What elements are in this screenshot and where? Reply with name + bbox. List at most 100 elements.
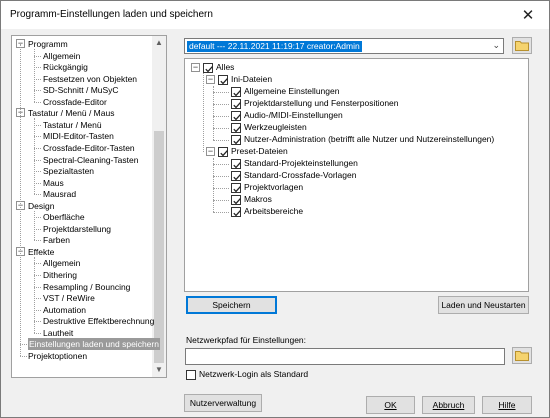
tree-connector <box>34 228 41 230</box>
tree-item[interactable]: MIDI-Editor-Tasten <box>12 130 152 142</box>
tree-item[interactable]: Farben <box>12 234 152 246</box>
ini-files-checkbox[interactable] <box>218 75 228 85</box>
ini-item-3-checkbox[interactable] <box>231 123 241 133</box>
tree-item-label: Spezialtasten <box>43 166 95 177</box>
preset-folder-button[interactable] <box>512 37 532 54</box>
tree-connector <box>213 176 229 177</box>
network-folder-button[interactable] <box>512 347 532 364</box>
tree-connector <box>20 344 27 346</box>
chevron-down-icon[interactable]: ⌄ <box>492 40 500 51</box>
tree-item-label: Resampling / Bouncing <box>43 281 131 292</box>
preset-item-0-label: Standard-Projekteinstellungen <box>244 158 358 168</box>
ok-button[interactable]: OK <box>366 396 415 414</box>
preset-item-1-checkbox[interactable] <box>231 171 241 181</box>
preset-files-checkbox[interactable] <box>218 147 228 157</box>
preset-item-4-label: Arbeitsbereiche <box>244 206 304 216</box>
settings-category-tree[interactable]: ▲ ▼ − Programm Allgemein Rückgängig Festsetz… <box>11 35 167 378</box>
tree-item-label: Destruktive Effektberechnung <box>43 316 155 327</box>
network-path-input[interactable] <box>185 348 505 365</box>
ini-item-0-checkbox[interactable] <box>231 87 241 97</box>
tree-root-line <box>203 73 204 152</box>
preset-item-4-checkbox[interactable] <box>231 207 241 217</box>
tree-branch-line <box>34 256 35 333</box>
ini-files-label: Ini-Dateien <box>231 74 273 84</box>
tree-item[interactable]: Maus <box>12 177 152 189</box>
tree-connector <box>34 182 41 184</box>
close-button[interactable]: ✕ <box>507 1 549 29</box>
settings-dialog: Programm-Einstellungen laden und speiche… <box>0 0 550 418</box>
tree-item[interactable]: Spezialtasten <box>12 165 152 177</box>
tree-item[interactable]: SD-Schnitt / MuSyC <box>12 84 152 96</box>
tree-item[interactable]: Automation <box>12 304 152 316</box>
ini-item-0-label: Allgemeine Einstellungen <box>244 86 340 96</box>
tree-group-1[interactable]: − Tastatur / Menü / Maus <box>12 107 152 119</box>
tree-connector <box>34 147 41 149</box>
tree-item-label: Crossfade-Editor-Tasten <box>43 142 135 153</box>
ini-item-4-checkbox[interactable] <box>231 135 241 145</box>
tree-item[interactable]: Crossfade-Editor <box>12 96 152 108</box>
tree-item[interactable]: Festsetzen von Objekten <box>12 73 152 85</box>
scroll-up-arrow-icon[interactable]: ▲ <box>152 36 166 50</box>
ini-item-2-checkbox[interactable] <box>231 111 241 121</box>
network-login-checkbox[interactable] <box>186 370 196 380</box>
tree-item-label: Maus <box>43 177 64 188</box>
load-restart-button[interactable]: Laden und Neustarten <box>438 296 529 314</box>
preset-item-2-checkbox[interactable] <box>231 183 241 193</box>
tree-group-label: Tastatur / Menü / Maus <box>28 108 115 119</box>
tree-connector <box>213 188 229 189</box>
tree-item[interactable]: Projektoptionen <box>12 350 152 362</box>
tree-item[interactable]: Dithering <box>12 269 152 281</box>
tree-item-selected[interactable]: Einstellungen laden und speichern <box>12 338 160 351</box>
help-button[interactable]: Hilfe <box>482 396 532 414</box>
tree-group-label: Effekte <box>28 246 55 257</box>
user-admin-button[interactable]: Nutzerverwaltung <box>184 394 262 412</box>
tree-branch-line <box>34 49 35 102</box>
ini-item-2-label: Audio-/MIDI-Einstellungen <box>244 110 343 120</box>
tree-item[interactable]: Rückgängig <box>12 61 152 73</box>
settings-content-tree[interactable]: − Alles − Ini-Dateien Allgemeine Einstellung… <box>184 58 529 292</box>
collapse-toggle-icon[interactable]: − <box>206 147 215 156</box>
network-path-label: Netzwerkpfad für Einstellungen: <box>186 335 307 345</box>
tree-connector <box>213 140 229 141</box>
tree-item[interactable]: Allgemein <box>12 257 152 269</box>
tree-connector <box>34 240 41 242</box>
tree-connector <box>34 55 41 57</box>
tree-item[interactable]: Allgemein <box>12 50 152 62</box>
scroll-down-arrow-icon[interactable]: ▼ <box>152 363 166 377</box>
tree-item[interactable]: Mausrad <box>12 188 152 200</box>
collapse-toggle-icon[interactable]: − <box>191 63 200 72</box>
tree-item-label: MIDI-Editor-Tasten <box>43 131 114 142</box>
tree-item[interactable]: Resampling / Bouncing <box>12 281 152 293</box>
tree-group-3[interactable]: − Effekte <box>12 246 152 258</box>
tree-item[interactable]: Projektdarstellung <box>12 223 152 235</box>
tree-item-label: Festsetzen von Objekten <box>43 73 138 84</box>
tree-item-label: Dithering <box>43 270 78 280</box>
tree-item[interactable]: Oberfläche <box>12 211 152 223</box>
ini-item-3-label: Werkzeugleisten <box>244 122 307 132</box>
tree-item[interactable]: Crossfade-Editor-Tasten <box>12 142 152 154</box>
preset-select[interactable]: default --- 22.11.2021 11:19:17 creator:… <box>184 38 504 54</box>
tree-group-0[interactable]: − Programm <box>12 38 152 50</box>
tree-item-label: Rückgängig <box>43 62 88 73</box>
tree-item[interactable]: Lautheit <box>12 327 152 339</box>
collapse-toggle-icon[interactable]: − <box>206 75 215 84</box>
tree-item[interactable]: VST / ReWire <box>12 292 152 304</box>
preset-item-3-checkbox[interactable] <box>231 195 241 205</box>
all-checkbox[interactable] <box>203 63 213 73</box>
tree-item[interactable]: Destruktive Effektberechnung <box>12 315 155 327</box>
tree-connector <box>34 67 41 69</box>
tree-connector <box>34 78 41 80</box>
tree-item[interactable]: Tastatur / Menü <box>12 119 152 131</box>
tree-group-2[interactable]: − Design <box>12 200 152 212</box>
tree-item[interactable]: Spectral-Cleaning-Tasten <box>12 154 152 166</box>
cancel-button[interactable]: Abbruch <box>422 396 475 414</box>
tree-connector <box>34 286 41 288</box>
tree-item-label: Einstellungen laden und speichern <box>28 338 160 351</box>
scrollbar-thumb[interactable] <box>154 131 164 363</box>
tree-connector <box>213 104 229 105</box>
ini-item-1-checkbox[interactable] <box>231 99 241 109</box>
tree-connector <box>20 355 27 357</box>
preset-item-0-checkbox[interactable] <box>231 159 241 169</box>
tree-connector <box>34 90 41 92</box>
save-button[interactable]: Speichern <box>186 296 277 314</box>
